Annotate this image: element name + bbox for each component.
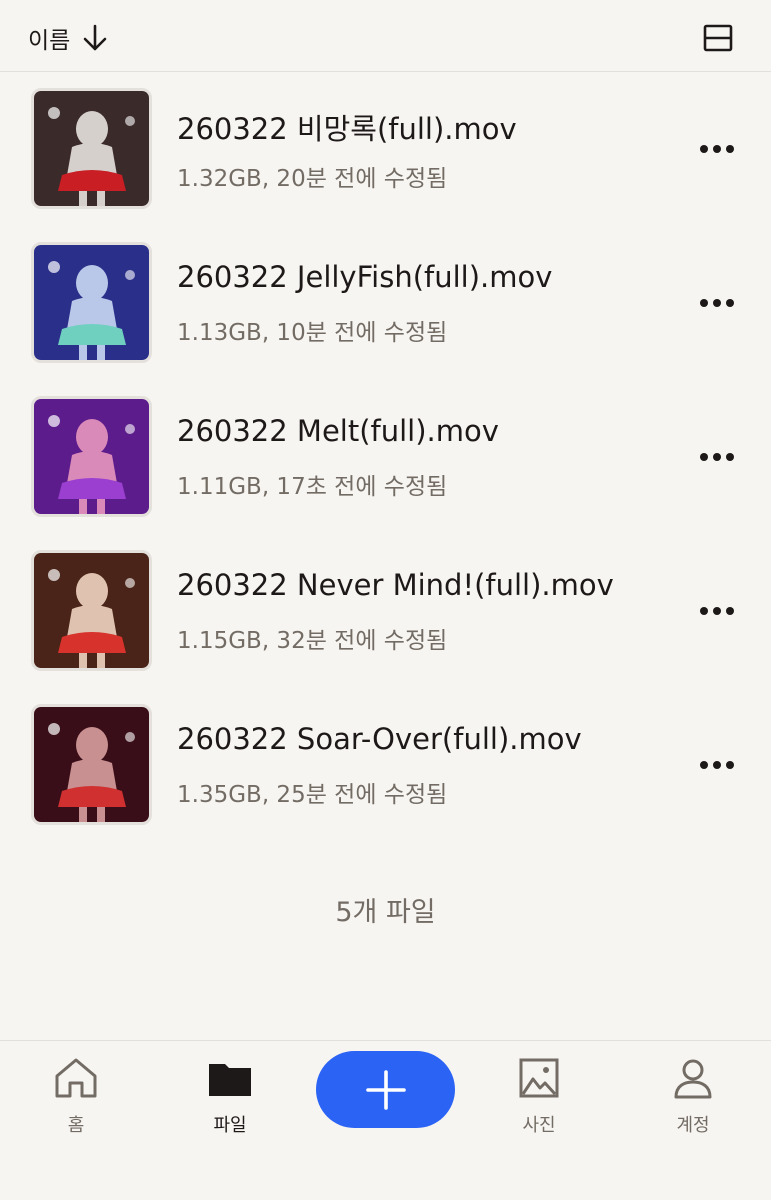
- files-screen: 이름 260322 비망록(full).mov 1.32GB, 20분 전에 수…: [0, 0, 771, 1200]
- more-options-button[interactable]: [690, 283, 744, 323]
- nav-photos[interactable]: 사진: [484, 1055, 594, 1155]
- video-thumbnail[interactable]: [31, 88, 152, 209]
- nav-account[interactable]: 계정: [638, 1055, 748, 1155]
- sort-label: 이름: [28, 28, 71, 54]
- home-icon: [55, 1058, 97, 1098]
- nav-files[interactable]: 파일: [175, 1055, 285, 1155]
- list-header: 이름: [0, 0, 771, 72]
- more-dot-icon: [726, 145, 734, 153]
- more-dot-icon: [700, 761, 708, 769]
- thumbnail-image: [34, 553, 149, 668]
- nav-photos-label: 사진: [522, 1115, 556, 1136]
- layout-toggle-icon: [703, 24, 733, 52]
- video-thumbnail[interactable]: [31, 550, 152, 671]
- more-dot-icon: [713, 453, 721, 461]
- file-row[interactable]: 260322 JellyFish(full).mov 1.13GB, 10분 전…: [0, 226, 771, 380]
- plus-icon: [365, 1069, 406, 1110]
- more-dot-icon: [726, 761, 734, 769]
- thumbnail-image: [34, 245, 149, 360]
- nav-home[interactable]: 홈: [21, 1055, 131, 1155]
- more-dot-icon: [700, 453, 708, 461]
- folder-icon: [209, 1064, 251, 1096]
- arrow-down-icon: [84, 24, 107, 51]
- file-name: 260322 Soar-Over(full).mov: [177, 722, 582, 756]
- more-dot-icon: [713, 145, 721, 153]
- more-dot-icon: [726, 299, 734, 307]
- file-list: 260322 비망록(full).mov 1.32GB, 20분 전에 수정됨 …: [0, 72, 771, 842]
- photo-icon: [519, 1058, 559, 1098]
- nav-account-label: 계정: [676, 1115, 710, 1136]
- file-count: 5개 파일: [335, 897, 436, 928]
- more-options-button[interactable]: [690, 437, 744, 477]
- more-dot-icon: [726, 453, 734, 461]
- more-options-button[interactable]: [690, 591, 744, 631]
- more-dot-icon: [700, 607, 708, 615]
- thumbnail-image: [34, 707, 149, 822]
- thumbnail-image: [34, 399, 149, 514]
- video-thumbnail[interactable]: [31, 242, 152, 363]
- more-dot-icon: [700, 145, 708, 153]
- more-dot-icon: [713, 299, 721, 307]
- file-name: 260322 비망록(full).mov: [177, 112, 517, 146]
- thumbnail-image: [34, 91, 149, 206]
- file-name: 260322 Melt(full).mov: [177, 414, 499, 448]
- file-name: 260322 JellyFish(full).mov: [177, 260, 553, 294]
- more-dot-icon: [713, 761, 721, 769]
- nav-home-label: 홈: [67, 1115, 85, 1136]
- file-row[interactable]: 260322 Never Mind!(full).mov 1.15GB, 32분…: [0, 534, 771, 688]
- file-name: 260322 Never Mind!(full).mov: [177, 568, 614, 602]
- more-dot-icon: [700, 299, 708, 307]
- file-meta: 1.15GB, 32분 전에 수정됨: [177, 628, 448, 654]
- file-meta: 1.35GB, 25분 전에 수정됨: [177, 782, 448, 808]
- file-meta: 1.11GB, 17초 전에 수정됨: [177, 474, 448, 500]
- file-row[interactable]: 260322 비망록(full).mov 1.32GB, 20분 전에 수정됨: [0, 72, 771, 226]
- more-dot-icon: [726, 607, 734, 615]
- person-icon: [674, 1059, 712, 1099]
- video-thumbnail[interactable]: [31, 396, 152, 517]
- more-options-button[interactable]: [690, 129, 744, 169]
- more-options-button[interactable]: [690, 745, 744, 785]
- file-row[interactable]: 260322 Melt(full).mov 1.11GB, 17초 전에 수정됨: [0, 380, 771, 534]
- bottom-navigation: 홈 파일 사진 계정: [0, 1040, 771, 1200]
- file-meta: 1.13GB, 10분 전에 수정됨: [177, 320, 448, 346]
- video-thumbnail[interactable]: [31, 704, 152, 825]
- file-row[interactable]: 260322 Soar-Over(full).mov 1.35GB, 25분 전…: [0, 688, 771, 842]
- layout-toggle-button[interactable]: [698, 18, 738, 58]
- add-button[interactable]: [316, 1051, 455, 1128]
- more-dot-icon: [713, 607, 721, 615]
- file-meta: 1.32GB, 20분 전에 수정됨: [177, 166, 448, 192]
- nav-files-label: 파일: [213, 1115, 247, 1136]
- sort-by-name-button[interactable]: 이름: [28, 18, 110, 58]
